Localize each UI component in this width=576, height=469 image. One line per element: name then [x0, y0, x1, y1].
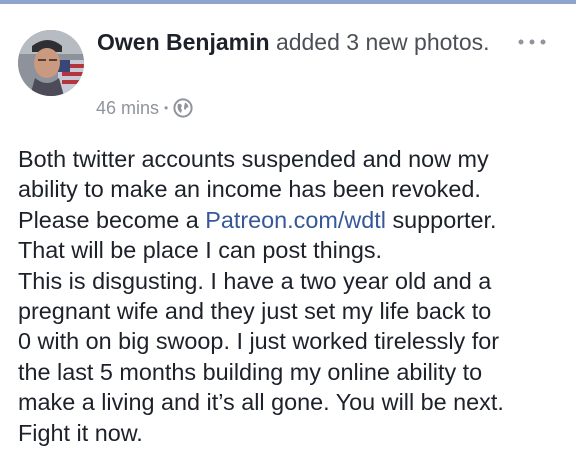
post-text-segment: supporter. — [385, 206, 497, 233]
post-text-segment: Please become a — [18, 206, 206, 233]
top-border — [0, 0, 576, 4]
author-action: added 3 new photos. — [275, 29, 490, 55]
timestamp[interactable]: 46 mins — [96, 98, 159, 119]
facebook-post: Owen Benjamin added 3 new photos. 46 min… — [0, 0, 576, 469]
post-line: the last 5 months building my online abi… — [18, 358, 483, 385]
post-line: Both twitter accounts suspended and now … — [18, 146, 489, 172]
avatar-photo — [18, 30, 84, 96]
post-line: This is disgusting. I have a two year ol… — [18, 267, 492, 294]
patreon-link[interactable]: Patreon.com/wdtl — [205, 207, 386, 233]
post-line: ability to make an income has been revok… — [18, 176, 481, 203]
post-line: make a living and it’s all gone. You wil… — [18, 389, 504, 416]
post-body: Both twitter accounts suspended and now … — [18, 144, 568, 448]
post-line: That will be place I can post things. — [18, 237, 383, 264]
post-meta: 46 mins • — [96, 94, 193, 122]
post-line: Fight it now. — [18, 419, 143, 446]
more-options-icon[interactable] — [512, 30, 552, 54]
post-line: 0 with on big swoop. I just worked tirel… — [18, 328, 500, 355]
post-header: Owen Benjamin added 3 new photos. — [97, 28, 497, 57]
author-name[interactable]: Owen Benjamin — [97, 29, 270, 55]
post-line: pregnant wife and they just set my life … — [18, 298, 492, 325]
globe-icon[interactable] — [173, 98, 193, 118]
post-line: Please become a Patreon.com/wdtl support… — [18, 205, 568, 235]
meta-separator: • — [164, 101, 169, 115]
avatar[interactable] — [18, 30, 84, 96]
